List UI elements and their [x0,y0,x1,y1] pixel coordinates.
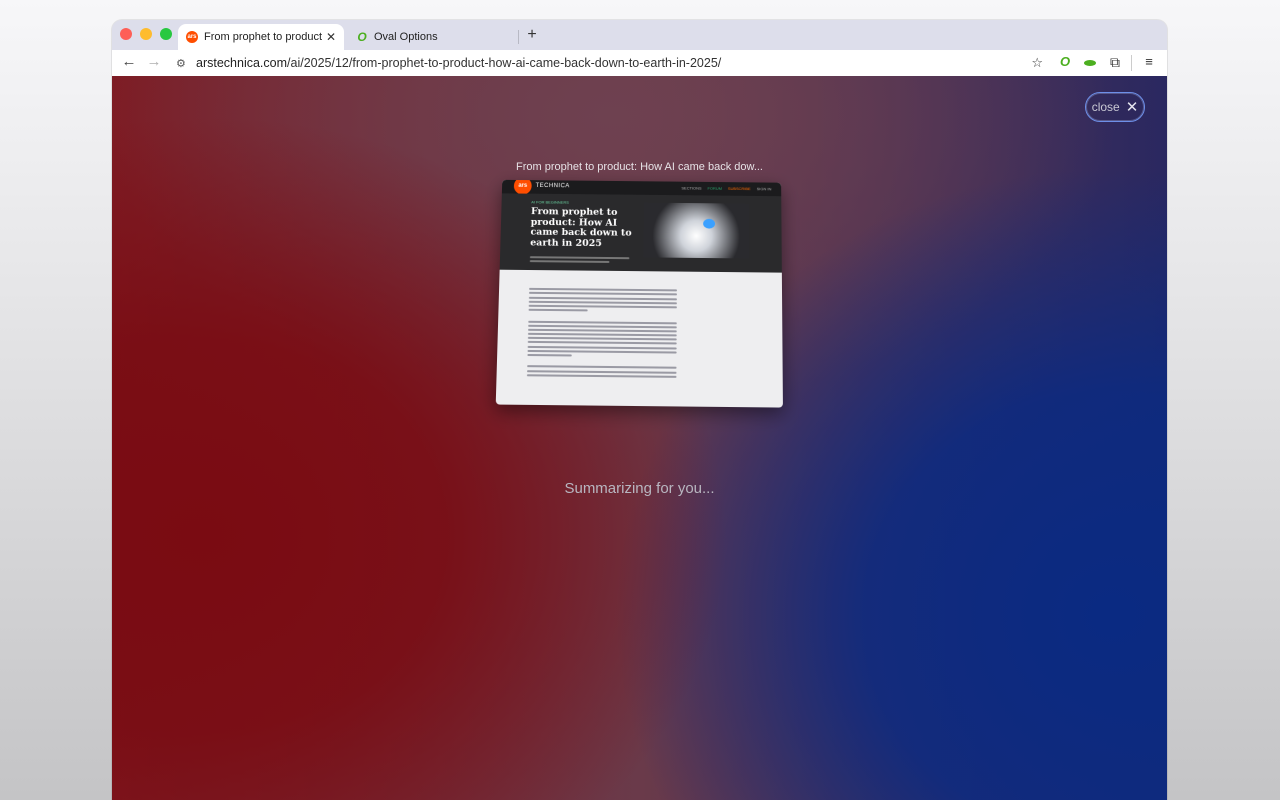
thumbnail-hero-image [643,202,749,259]
thumbnail-hero: AI FOR BEGINNERS From prophet to product… [499,193,782,273]
extensions-puzzle-icon[interactable]: ⧉ [1106,54,1124,71]
new-tab-button[interactable]: + [524,26,540,44]
close-button[interactable]: close ✕ [1085,92,1145,122]
tab-divider [518,30,519,44]
thumbnail-headline: From prophet to product: How AI came bac… [530,206,632,249]
thumbnail-article-body [526,286,678,380]
thumbnail-logo: ars [513,179,532,195]
status-text: Summarizing for you... [564,480,715,497]
thumbnail-site-name: TECHNICA [535,183,570,190]
thumbnail-nav: SECTIONS FORUM SUBSCRIBE SIGN IN [681,186,771,192]
brain-icon [703,218,716,229]
address-bar[interactable]: ⚙ arstechnica.com/ai/2025/12/from-prophe… [170,52,1047,74]
url-text: arstechnica.com/ai/2025/12/from-prophet-… [196,56,721,70]
forward-arrow-icon[interactable]: → [145,53,163,70]
thumbnail-nav-item: SIGN IN [756,186,772,192]
tab-label: Oval Options [374,31,438,43]
close-tab-icon[interactable]: ✕ [326,30,336,44]
thumbnail-nav-item: FORUM [707,185,722,191]
tab-oval-options[interactable]: O Oval Options [348,24,518,50]
oval-icon: O [357,30,367,44]
tab-label: From prophet to product: How AI came bac… [204,31,322,43]
minimize-window-button[interactable] [140,28,152,40]
thumbnail-nav-item: SECTIONS [681,185,702,191]
maximize-window-button[interactable] [160,28,172,40]
bookmark-star-icon[interactable]: ☆ [1031,55,1043,71]
tab-ars-article[interactable]: ars From prophet to product: How AI came… [178,24,344,50]
close-icon: ✕ [1125,99,1139,116]
ars-icon: ars [186,31,198,43]
summary-overlay: close ✕ From prophet to product: How AI … [112,76,1167,800]
leaf-extension-icon[interactable] [1081,54,1099,69]
preview-title: From prophet to product: How AI came bac… [515,161,763,173]
toolbar-divider [1131,55,1132,71]
close-window-button[interactable] [120,28,132,40]
oval-extension-icon[interactable]: O [1056,54,1074,69]
browser-toolbar: ← → ⚙ arstechnica.com/ai/2025/12/from-pr… [112,50,1167,76]
media-controls-icon[interactable]: ≡ [1140,54,1158,69]
thumbnail-kicker: AI FOR BEGINNERS [531,199,569,205]
page-thumbnail: ars TECHNICA SECTIONS FORUM SUBSCRIBE SI… [495,179,783,408]
url-host: arstechnica.com [196,56,288,70]
thumbnail-nav-item: SUBSCRIBE [727,186,751,192]
thumbnail-dek [529,254,630,265]
tab-strip: ars From prophet to product: How AI came… [112,20,1167,50]
browser-window: ars From prophet to product: How AI came… [112,20,1167,800]
back-arrow-icon[interactable]: ← [120,53,138,70]
close-label: close [1091,100,1120,114]
url-path: /ai/2025/12/from-prophet-to-product-how-… [287,56,722,70]
site-settings-icon[interactable]: ⚙ [176,57,190,70]
